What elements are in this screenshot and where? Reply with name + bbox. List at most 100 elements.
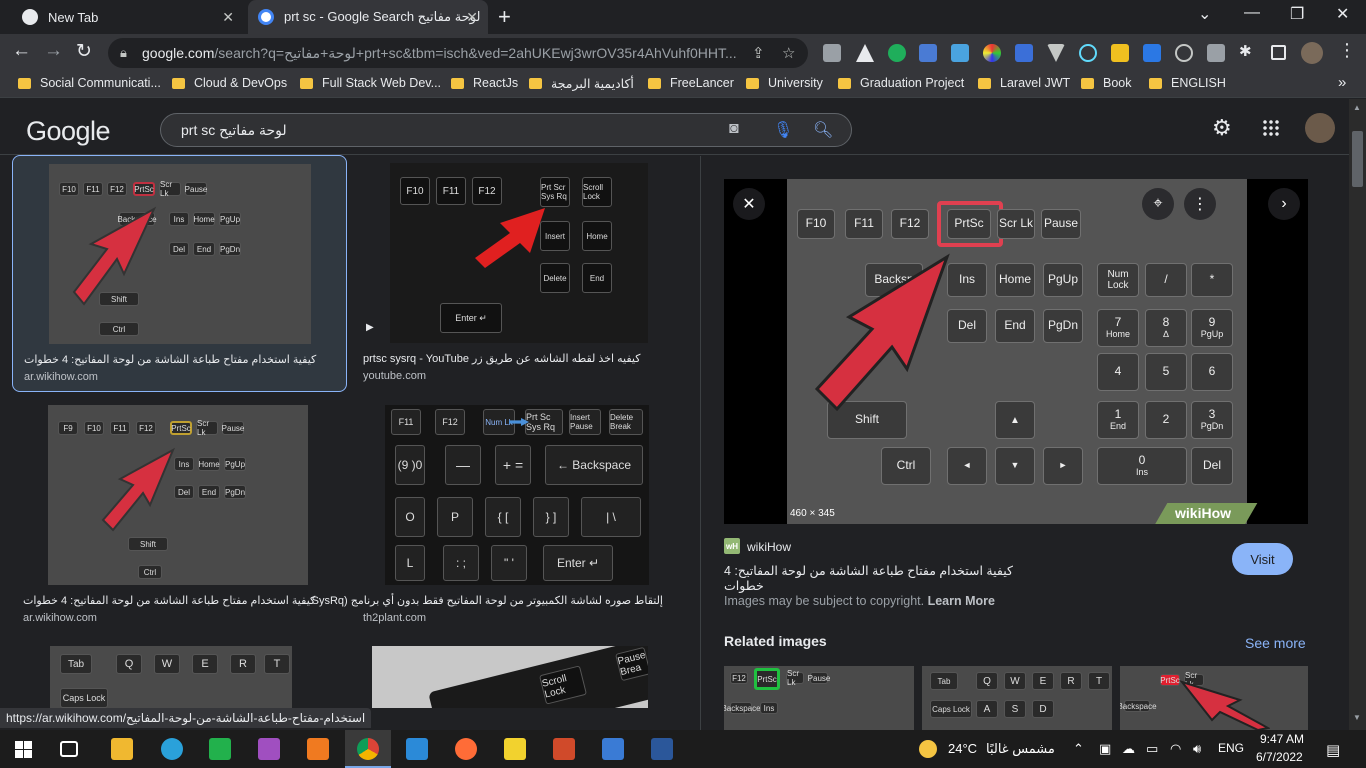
chrome-icon[interactable] bbox=[357, 738, 379, 760]
compass-extension-icon[interactable] bbox=[1175, 44, 1193, 62]
close-tab-icon[interactable]: ✕ bbox=[466, 9, 478, 26]
chrome-menu-icon[interactable]: ⋮ bbox=[1338, 40, 1356, 61]
bookmark-folder[interactable]: ENGLISH bbox=[1149, 76, 1226, 90]
account-avatar[interactable] bbox=[1305, 113, 1335, 143]
result-caption[interactable]: كيفيه اخذ لقطه الشاشه عن طريق زر prtsc s… bbox=[363, 352, 663, 365]
reload-button[interactable]: ↻ bbox=[76, 40, 92, 63]
drive-extension-icon[interactable] bbox=[856, 44, 874, 62]
search-icon[interactable]: 🔍︎ bbox=[813, 120, 833, 140]
related-image-thumbnail[interactable]: PrtSc Scr Lk Backspace bbox=[1120, 666, 1308, 730]
clock-date[interactable]: 6/7/2022 bbox=[1256, 750, 1303, 764]
camera-extension-icon[interactable] bbox=[823, 44, 841, 62]
scrollbar-thumb[interactable] bbox=[1352, 131, 1363, 187]
see-more-link[interactable]: See more bbox=[1245, 635, 1306, 651]
grammarly-extension-icon[interactable] bbox=[888, 44, 906, 62]
bookmark-folder[interactable]: Cloud & DevOps bbox=[172, 76, 287, 90]
back-button[interactable]: ← bbox=[12, 40, 31, 62]
tab-search-icon[interactable]: ⌄ bbox=[1198, 4, 1211, 24]
phpstorm-icon[interactable] bbox=[258, 738, 280, 760]
image-result-card[interactable]: F10 F11 F12 PrtSc Scr Lk Pause Backspace… bbox=[12, 155, 347, 392]
bookmark-folder[interactable]: FreeLancer bbox=[648, 76, 734, 90]
scroll-down-arrow-icon[interactable]: ▼ bbox=[1353, 713, 1361, 722]
result-caption[interactable]: كيفية استخدام مفتاح طباعة الشاشة من لوحة… bbox=[23, 594, 323, 607]
related-image-thumbnail[interactable]: Tab Q W E R T Caps Lock A S D bbox=[922, 666, 1112, 730]
bookmark-folder[interactable]: University bbox=[746, 76, 823, 90]
weather-temp[interactable]: 24°C bbox=[948, 741, 977, 756]
vue-extension-icon[interactable] bbox=[1047, 44, 1065, 62]
telegram-icon[interactable] bbox=[161, 738, 183, 760]
volume-icon[interactable]: 🔊︎ bbox=[1193, 741, 1201, 757]
off-extension-icon[interactable] bbox=[1207, 44, 1225, 62]
wifi-icon[interactable]: ◠ bbox=[1170, 741, 1181, 757]
notifications-icon[interactable]: ▤ bbox=[1326, 741, 1340, 759]
bookmark-folder[interactable]: Social Communicati... bbox=[18, 76, 161, 90]
bookmark-folder[interactable]: Book bbox=[1081, 76, 1132, 90]
result-thumbnail[interactable]: F11 F12 Num Lk Prt Sc Sys Rq Insert Paus… bbox=[385, 405, 649, 585]
search-box[interactable]: prt sc لوحة مفاتيح ◙ 🎙︎ 🔍︎ bbox=[160, 113, 852, 147]
clock-time[interactable]: 9:47 AM bbox=[1258, 732, 1304, 746]
react-extension-icon[interactable] bbox=[1079, 44, 1097, 62]
image-result-card[interactable]: F11 F12 Num Lk Prt Sc Sys Rq Insert Paus… bbox=[302, 398, 687, 635]
minimize-button[interactable]: — bbox=[1244, 4, 1260, 22]
network-device-icon[interactable]: ▣ bbox=[1099, 741, 1111, 757]
result-source[interactable]: ar.wikihow.com bbox=[24, 371, 98, 383]
vscode-icon[interactable] bbox=[406, 738, 428, 760]
site-name[interactable]: wikiHow bbox=[747, 540, 791, 554]
voice-search-icon[interactable]: 🎙︎ bbox=[773, 120, 793, 140]
bookmarks-overflow-button[interactable]: » bbox=[1338, 74, 1346, 91]
bookmark-folder[interactable]: ReactJs bbox=[451, 76, 518, 90]
page-scrollbar[interactable]: ▲ ▼ bbox=[1349, 99, 1366, 730]
language-indicator[interactable]: ENG bbox=[1218, 741, 1244, 755]
weather-text[interactable]: مشمس غالبًا bbox=[986, 741, 1055, 757]
side-panel-icon[interactable] bbox=[1271, 45, 1286, 60]
image-result-card[interactable]: F9 F10 F11 F12 PrtSc Scr Lk Pause Ins Ho… bbox=[12, 398, 347, 635]
visit-button[interactable]: Visit bbox=[1232, 543, 1293, 575]
bookmark-folder[interactable]: أكاديمية البرمجة bbox=[529, 76, 634, 91]
bookmark-star-icon[interactable]: ☆ bbox=[782, 44, 795, 62]
url-text[interactable]: google.com/search?q=لوحة+مفاتيح+prt+sc&t… bbox=[142, 45, 742, 62]
result-thumbnail[interactable]: F10 F11 F12 Prt Scr Sys Rq Scroll Lock I… bbox=[390, 163, 648, 343]
notes-extension-icon[interactable] bbox=[1111, 44, 1129, 62]
learn-more-link[interactable]: Learn More bbox=[928, 594, 995, 608]
google-logo[interactable]: Google bbox=[26, 116, 111, 147]
powerpoint-icon[interactable] bbox=[553, 738, 575, 760]
file-explorer-icon[interactable] bbox=[111, 738, 133, 760]
result-source[interactable]: ar.wikihow.com bbox=[23, 612, 97, 624]
show-hidden-icons-icon[interactable]: ⌃ bbox=[1073, 741, 1084, 757]
google-apps-icon[interactable] bbox=[1262, 119, 1280, 137]
scroll-up-arrow-icon[interactable]: ▲ bbox=[1353, 103, 1361, 112]
result-source[interactable]: th2plant.com bbox=[363, 612, 426, 624]
download-extension-icon[interactable] bbox=[951, 44, 969, 62]
windows-start-icon[interactable] bbox=[15, 741, 32, 758]
preview-title[interactable]: كيفية استخدام مفتاح طباعة الشاشة من لوحة… bbox=[724, 563, 1024, 593]
lock-icon[interactable]: 🔒︎ bbox=[120, 45, 127, 61]
translate-extension-icon[interactable] bbox=[919, 44, 937, 62]
sticky-notes-icon[interactable] bbox=[504, 738, 526, 760]
image-search-icon[interactable]: ◙ bbox=[729, 120, 739, 138]
next-image-button[interactable]: › bbox=[1268, 188, 1300, 220]
search-input[interactable]: prt sc لوحة مفاتيح bbox=[181, 122, 287, 139]
result-thumbnail[interactable]: Tab Q W E R T Caps Lock bbox=[50, 646, 292, 708]
profile-avatar[interactable] bbox=[1301, 42, 1323, 64]
word-icon[interactable] bbox=[651, 738, 673, 760]
settings-gear-icon[interactable]: ⚙ bbox=[1212, 115, 1232, 141]
extensions-puzzle-icon[interactable]: ✱ bbox=[1239, 42, 1257, 60]
close-preview-button[interactable]: ✕ bbox=[733, 188, 765, 220]
fi-extension-icon[interactable] bbox=[1143, 44, 1161, 62]
color-picker-extension-icon[interactable] bbox=[983, 44, 1001, 62]
share-icon[interactable]: ⇪ bbox=[752, 44, 765, 62]
result-source[interactable]: youtube.com bbox=[363, 370, 426, 382]
preview-image[interactable]: F10 F11 F12 PrtSc Scr Lk Pause Backsp In… bbox=[724, 179, 1308, 524]
image-result-card[interactable]: F10 F11 F12 Prt Scr Sys Rq Scroll Lock I… bbox=[352, 155, 687, 392]
camtasia-icon[interactable] bbox=[209, 738, 231, 760]
new-tab-button[interactable]: + bbox=[498, 4, 511, 30]
related-image-thumbnail[interactable]: F12 PrtSc Scr Lk Pause Backspace Ins bbox=[724, 666, 914, 730]
task-view-icon[interactable] bbox=[60, 741, 78, 757]
close-window-button[interactable]: ✕ bbox=[1336, 4, 1349, 24]
bookmark-folder[interactable]: Laravel JWT bbox=[978, 76, 1070, 90]
postman-icon[interactable] bbox=[455, 738, 477, 760]
address-bar[interactable]: 🔒︎ google.com/search?q=لوحة+مفاتيح+prt+s… bbox=[108, 38, 808, 68]
onedrive-cloud-icon[interactable]: ☁ bbox=[1122, 741, 1135, 757]
forward-button[interactable]: → bbox=[44, 40, 63, 62]
result-caption[interactable]: كيفية استخدام مفتاح طباعة الشاشة من لوحة… bbox=[24, 353, 324, 366]
